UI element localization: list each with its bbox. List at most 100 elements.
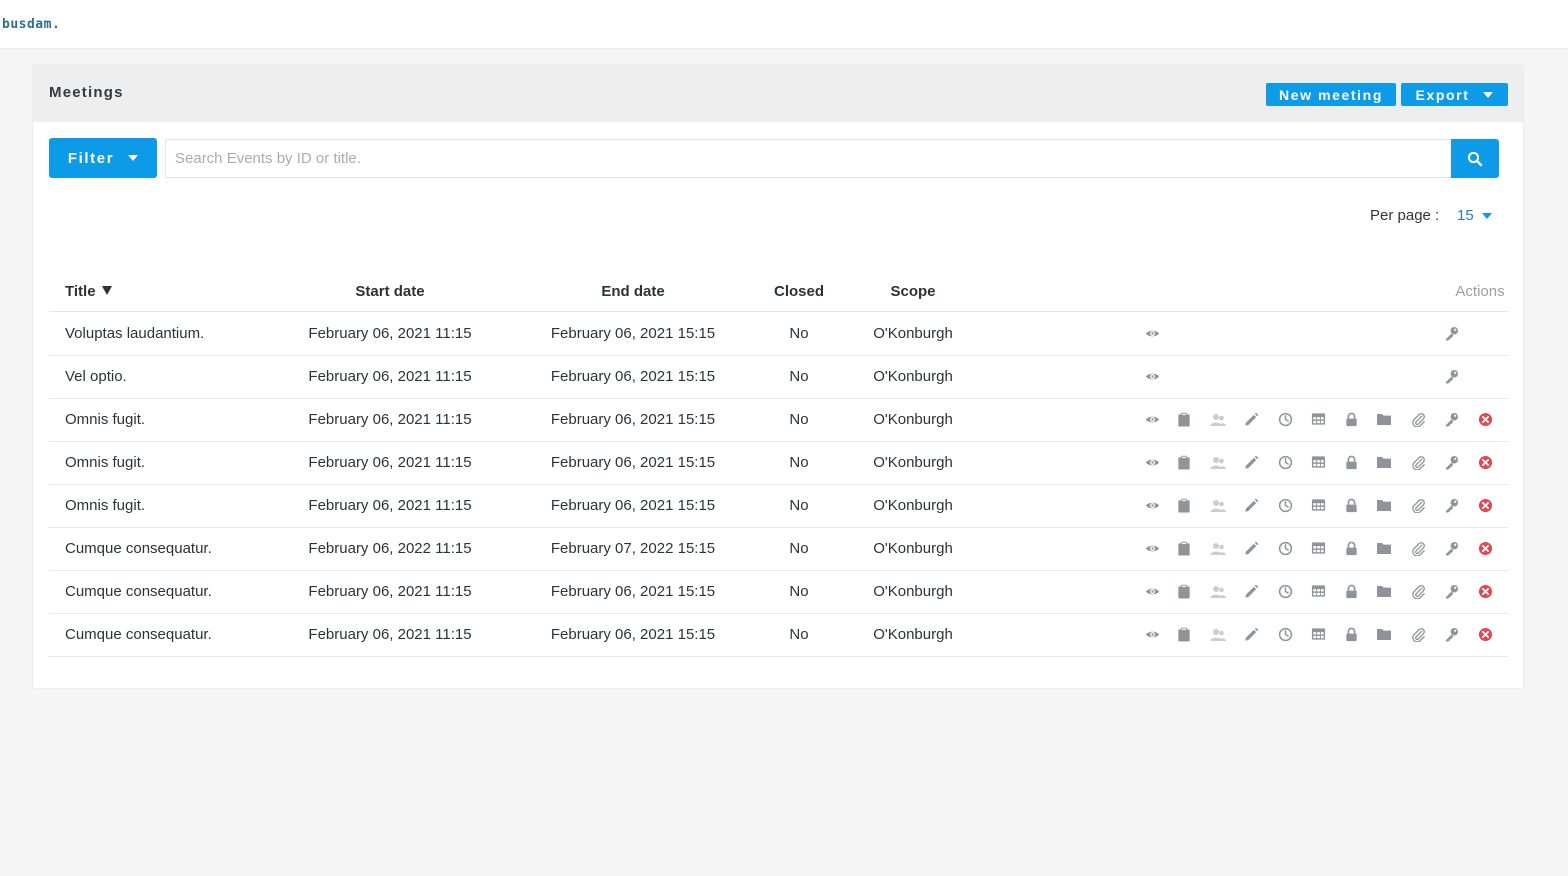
- delete-icon[interactable]: [1477, 497, 1493, 513]
- clock-icon[interactable]: [1277, 583, 1293, 599]
- cell-closed: No: [789, 325, 809, 342]
- lock-icon[interactable]: [1343, 626, 1359, 642]
- key-icon[interactable]: [1443, 583, 1459, 599]
- table-icon[interactable]: [1310, 497, 1326, 513]
- lock-icon[interactable]: [1343, 540, 1359, 556]
- edit-icon[interactable]: [1243, 411, 1259, 427]
- filter-label: Filter: [67, 149, 115, 167]
- attachment-icon[interactable]: [1410, 497, 1426, 513]
- users-icon[interactable]: [1210, 411, 1226, 427]
- sort-desc-icon: [101, 286, 112, 295]
- column-header-end-date[interactable]: End date: [601, 283, 664, 300]
- view-icon[interactable]: [1144, 583, 1160, 599]
- view-icon[interactable]: [1144, 540, 1160, 556]
- clipboard-icon[interactable]: [1176, 540, 1192, 556]
- clock-icon[interactable]: [1277, 497, 1293, 513]
- edit-icon[interactable]: [1243, 540, 1259, 556]
- view-icon[interactable]: [1144, 454, 1160, 470]
- attachment-icon[interactable]: [1410, 454, 1426, 470]
- users-icon[interactable]: [1210, 540, 1226, 556]
- folder-icon[interactable]: [1376, 454, 1392, 470]
- column-header-start-date[interactable]: Start date: [355, 283, 424, 300]
- table-icon[interactable]: [1310, 454, 1326, 470]
- folder-icon[interactable]: [1376, 540, 1392, 556]
- clipboard-icon[interactable]: [1176, 411, 1192, 427]
- export-button[interactable]: Export: [1401, 83, 1508, 106]
- filter-button[interactable]: Filter: [49, 138, 157, 178]
- card-header: Meetings New meeting Export: [33, 65, 1523, 122]
- cell-title[interactable]: Omnis fugit.: [65, 411, 145, 428]
- users-icon[interactable]: [1210, 583, 1226, 599]
- view-icon[interactable]: [1144, 497, 1160, 513]
- lock-icon[interactable]: [1343, 411, 1359, 427]
- users-icon[interactable]: [1210, 626, 1226, 642]
- lock-icon[interactable]: [1343, 497, 1359, 513]
- folder-icon[interactable]: [1376, 411, 1392, 427]
- brand-logo[interactable]: busdam.: [2, 17, 60, 32]
- delete-icon[interactable]: [1477, 454, 1493, 470]
- cell-start-date: February 06, 2022 11:15: [308, 540, 472, 557]
- attachment-icon[interactable]: [1410, 626, 1426, 642]
- edit-icon[interactable]: [1243, 626, 1259, 642]
- lock-icon[interactable]: [1343, 454, 1359, 470]
- cell-title[interactable]: Vel optio.: [65, 368, 127, 385]
- cell-title[interactable]: Voluptas laudantium.: [65, 325, 204, 342]
- table-icon[interactable]: [1310, 626, 1326, 642]
- key-icon[interactable]: [1443, 626, 1459, 642]
- cell-end-date: February 06, 2021 15:15: [550, 325, 716, 342]
- delete-icon[interactable]: [1477, 540, 1493, 556]
- view-icon[interactable]: [1144, 325, 1160, 341]
- key-icon[interactable]: [1443, 497, 1459, 513]
- key-icon[interactable]: [1443, 368, 1459, 384]
- cell-title[interactable]: Omnis fugit.: [65, 497, 145, 514]
- clipboard-icon[interactable]: [1176, 497, 1192, 513]
- cell-start-date: February 06, 2021 11:15: [308, 411, 472, 428]
- column-header-scope[interactable]: Scope: [890, 283, 935, 300]
- clipboard-icon[interactable]: [1176, 454, 1192, 470]
- cell-title[interactable]: Cumque consequatur.: [65, 583, 212, 600]
- delete-icon[interactable]: [1477, 583, 1493, 599]
- view-icon[interactable]: [1144, 626, 1160, 642]
- clock-icon[interactable]: [1277, 626, 1293, 642]
- key-icon[interactable]: [1443, 411, 1459, 427]
- cell-title[interactable]: Cumque consequatur.: [65, 540, 212, 557]
- column-header-title[interactable]: Title: [65, 283, 112, 300]
- delete-icon[interactable]: [1477, 411, 1493, 427]
- clipboard-icon[interactable]: [1176, 583, 1192, 599]
- clock-icon[interactable]: [1277, 454, 1293, 470]
- table-icon[interactable]: [1310, 540, 1326, 556]
- per-page-select[interactable]: 15: [1457, 207, 1492, 224]
- search-input[interactable]: [165, 139, 1452, 178]
- attachment-icon[interactable]: [1410, 411, 1426, 427]
- table-icon[interactable]: [1310, 411, 1326, 427]
- cell-title[interactable]: Omnis fugit.: [65, 454, 145, 471]
- key-icon[interactable]: [1443, 454, 1459, 470]
- attachment-icon[interactable]: [1410, 583, 1426, 599]
- lock-icon[interactable]: [1343, 583, 1359, 599]
- cell-title[interactable]: Cumque consequatur.: [65, 626, 212, 643]
- column-header-closed[interactable]: Closed: [774, 283, 824, 300]
- users-icon[interactable]: [1210, 497, 1226, 513]
- delete-icon[interactable]: [1477, 626, 1493, 642]
- clock-icon[interactable]: [1277, 411, 1293, 427]
- view-icon[interactable]: [1144, 368, 1160, 384]
- view-icon[interactable]: [1144, 411, 1160, 427]
- folder-icon[interactable]: [1376, 497, 1392, 513]
- new-meeting-button[interactable]: New meeting: [1266, 83, 1396, 106]
- table-icon[interactable]: [1310, 583, 1326, 599]
- key-icon[interactable]: [1443, 325, 1459, 341]
- edit-icon[interactable]: [1243, 497, 1259, 513]
- cell-scope: O'Konburgh: [873, 411, 953, 428]
- attachment-icon[interactable]: [1410, 540, 1426, 556]
- users-icon[interactable]: [1210, 454, 1226, 470]
- clipboard-icon[interactable]: [1176, 626, 1192, 642]
- edit-icon[interactable]: [1243, 454, 1259, 470]
- key-icon[interactable]: [1443, 540, 1459, 556]
- folder-icon[interactable]: [1376, 626, 1392, 642]
- edit-icon[interactable]: [1243, 583, 1259, 599]
- search-button[interactable]: [1451, 139, 1499, 178]
- caret-down-icon: [1483, 91, 1494, 98]
- folder-icon[interactable]: [1376, 583, 1392, 599]
- clock-icon[interactable]: [1277, 540, 1293, 556]
- top-navbar: busdam.: [0, 0, 1568, 48]
